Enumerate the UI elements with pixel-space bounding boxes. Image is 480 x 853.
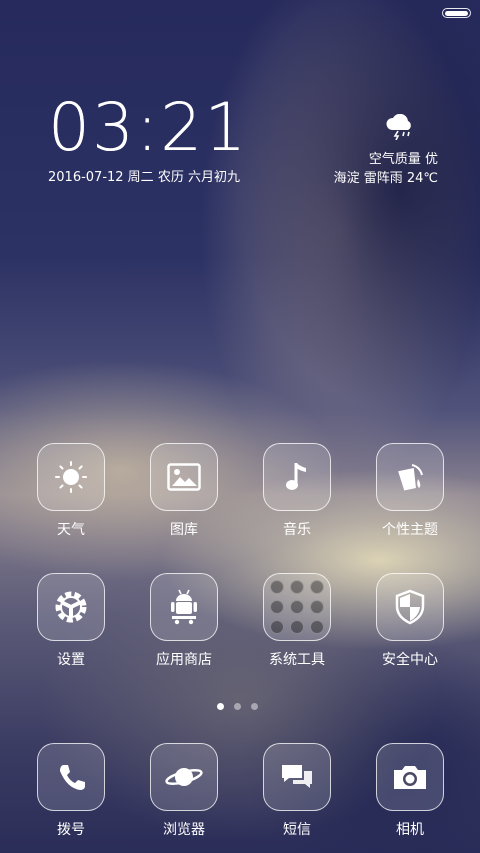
camera-icon xyxy=(376,743,444,811)
gallery-icon xyxy=(150,443,218,511)
app-folder-tools[interactable]: 系统工具 xyxy=(257,573,337,669)
paint-bucket-icon xyxy=(376,443,444,511)
android-cart-icon xyxy=(150,573,218,641)
clock-time[interactable]: 03:21 xyxy=(48,92,248,164)
app-themes[interactable]: 个性主题 xyxy=(370,443,450,539)
date-line: 2016-07-12 周二 农历 六月初九 xyxy=(48,170,240,185)
page-dot[interactable] xyxy=(251,703,258,710)
music-note-icon xyxy=(263,443,331,511)
app-security[interactable]: 安全中心 xyxy=(370,573,450,669)
app-label: 天气 xyxy=(57,522,85,538)
app-label: 相机 xyxy=(396,822,424,838)
app-label: 安全中心 xyxy=(382,652,438,668)
app-settings[interactable]: 设置 xyxy=(31,573,111,669)
app-label: 短信 xyxy=(283,822,311,838)
phone-icon xyxy=(37,743,105,811)
page-dot[interactable] xyxy=(217,703,224,710)
gear-icon xyxy=(37,573,105,641)
app-label: 系统工具 xyxy=(269,652,325,668)
app-store[interactable]: 应用商店 xyxy=(144,573,224,669)
air-quality: 空气质量 优 xyxy=(368,152,438,167)
app-music[interactable]: 音乐 xyxy=(257,443,337,539)
shield-icon xyxy=(376,573,444,641)
page-indicator[interactable] xyxy=(217,703,258,710)
dock-messages[interactable]: 短信 xyxy=(257,743,337,839)
app-gallery[interactable]: 图库 xyxy=(144,443,224,539)
app-label: 拨号 xyxy=(57,822,85,838)
dock-phone[interactable]: 拨号 xyxy=(31,743,111,839)
weather-condition: 海淀 雷阵雨 24℃ xyxy=(333,171,438,186)
dock-camera[interactable]: 相机 xyxy=(370,743,450,839)
app-label: 音乐 xyxy=(283,522,311,538)
app-label: 浏览器 xyxy=(163,822,205,838)
battery-icon xyxy=(442,8,471,18)
app-label: 设置 xyxy=(57,652,85,668)
dock-browser[interactable]: 浏览器 xyxy=(144,743,224,839)
app-label: 个性主题 xyxy=(382,522,438,538)
thunderstorm-icon[interactable] xyxy=(384,114,416,140)
app-label: 图库 xyxy=(170,522,198,538)
page-dot[interactable] xyxy=(234,703,241,710)
app-weather[interactable]: 天气 xyxy=(31,443,111,539)
chat-bubble-icon xyxy=(263,743,331,811)
folder-grid-icon xyxy=(263,573,331,641)
sun-icon xyxy=(37,443,105,511)
planet-icon xyxy=(150,743,218,811)
app-label: 应用商店 xyxy=(156,652,212,668)
